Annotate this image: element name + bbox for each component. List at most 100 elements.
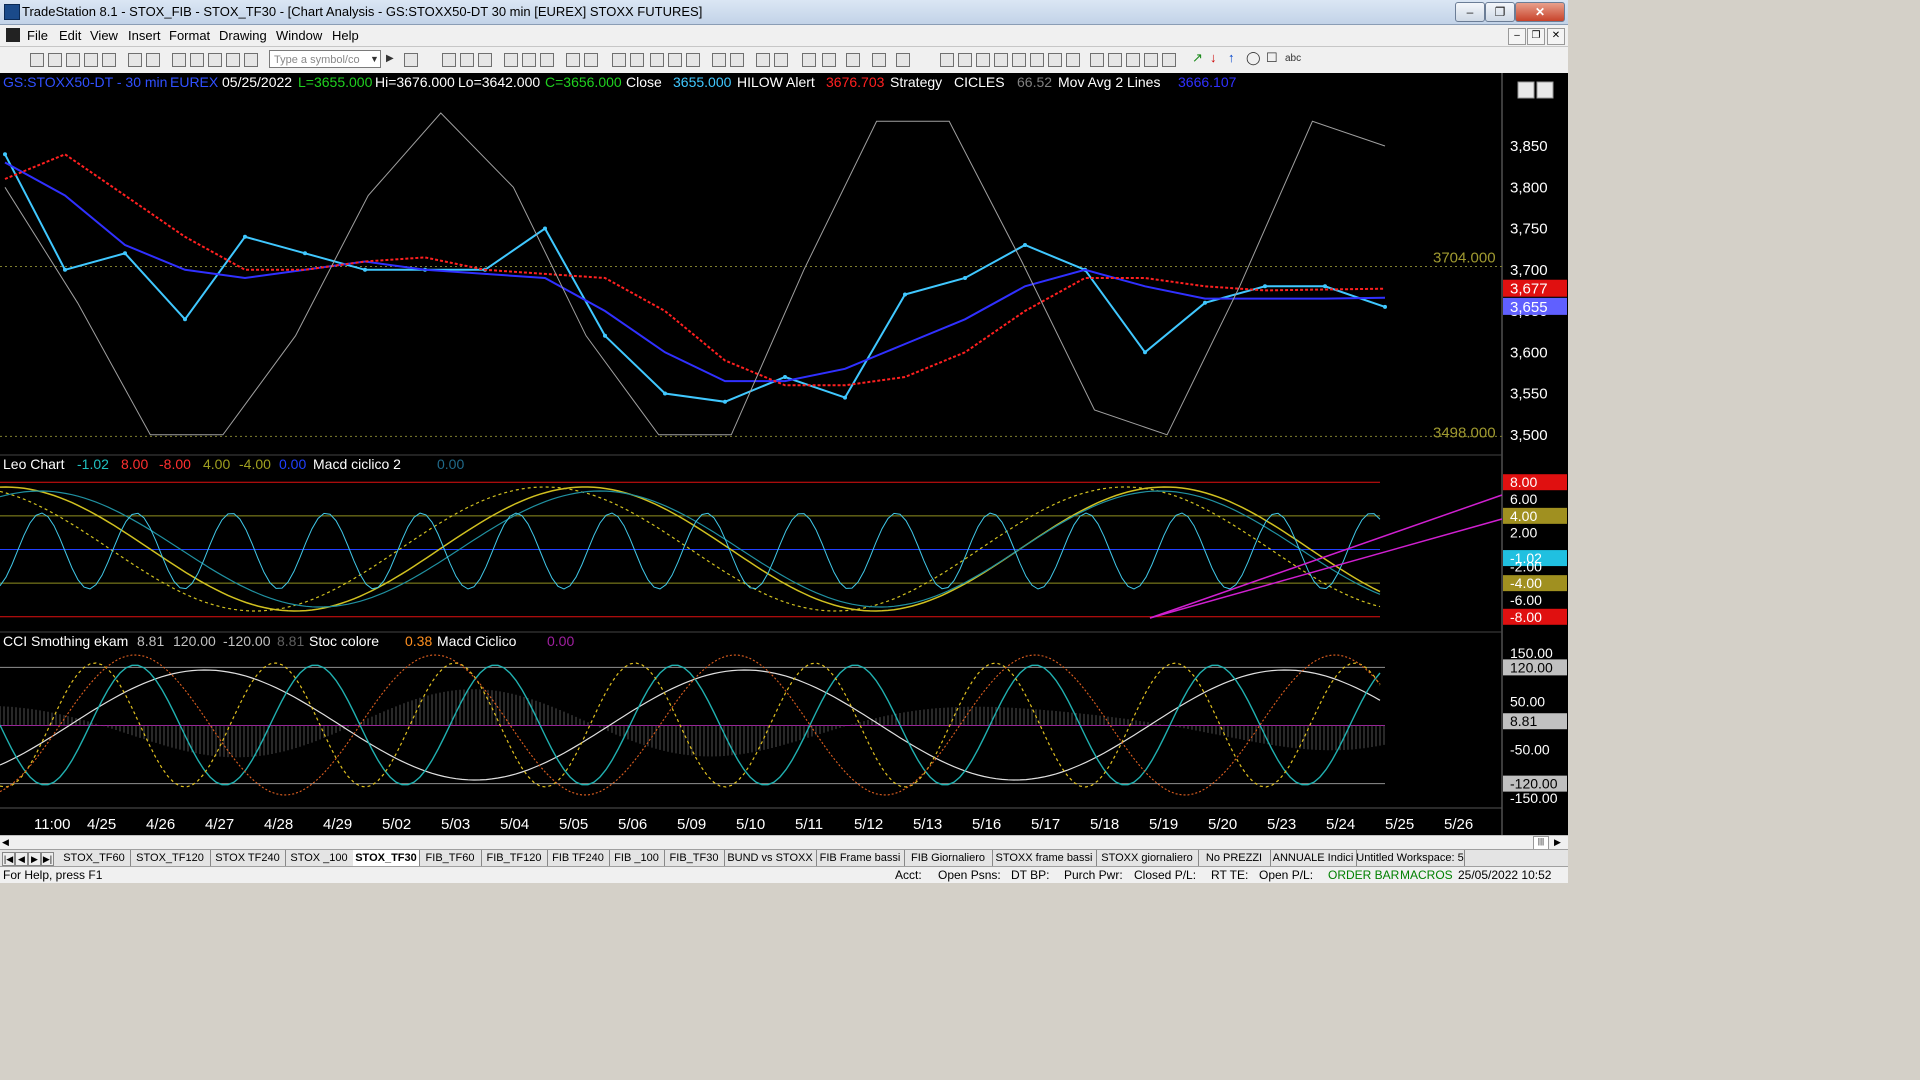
status-macros[interactable]: MACROS (1400, 868, 1453, 882)
symbol-lookup-icon[interactable] (404, 53, 418, 67)
fibonacci-icon[interactable] (994, 53, 1008, 67)
strategy-icon[interactable] (522, 53, 536, 67)
data-window-icon[interactable] (612, 53, 626, 67)
menu-view[interactable]: View (90, 28, 118, 43)
new-icon[interactable] (30, 53, 44, 67)
mdi-close-button[interactable]: ✕ (1547, 28, 1565, 45)
workspace-tab[interactable]: STOX_TF120 (130, 850, 211, 866)
scroll-right-icon[interactable] (730, 53, 744, 67)
scroll-right-arrow-icon[interactable]: ▶ (1554, 837, 1561, 848)
workspace-tab[interactable]: FIB_TF60 (419, 850, 482, 866)
tools-icon[interactable] (846, 53, 860, 67)
save-all-icon[interactable] (102, 53, 116, 67)
tab-next-icon[interactable]: ▶ (28, 852, 41, 866)
chart-window-icon[interactable] (6, 28, 20, 42)
scroll-zoom-icon[interactable]: ||| (1533, 836, 1549, 850)
tab-last-icon[interactable]: ▶| (41, 852, 54, 866)
gann-fan-icon[interactable] (1030, 53, 1044, 67)
print-icon[interactable] (128, 53, 142, 67)
workspace-tab[interactable]: STOXX frame bassi (992, 850, 1097, 866)
workspace-tab[interactable]: STOXX giornaliero (1096, 850, 1199, 866)
workspace-tab[interactable]: FIB Giornaliero (904, 850, 993, 866)
freehand-icon[interactable] (1162, 53, 1176, 67)
lock-icon[interactable] (208, 53, 222, 67)
workspace-tab[interactable]: FIB Frame bassi (816, 850, 905, 866)
status-order-bar[interactable]: ORDER BAR (1328, 868, 1399, 882)
copy-icon[interactable] (190, 53, 204, 67)
mdi-restore-button[interactable]: ❐ (1527, 28, 1545, 45)
minimize-button[interactable]: – (1455, 2, 1485, 22)
channel-icon[interactable] (1012, 53, 1026, 67)
ohlc-bar-icon[interactable] (668, 53, 682, 67)
ellipse-icon[interactable]: ◯ (1246, 50, 1261, 66)
arc-icon[interactable] (1144, 53, 1158, 67)
regression-icon[interactable] (1090, 53, 1104, 67)
vertical-arrow-icon[interactable] (1126, 53, 1140, 67)
tab-first-icon[interactable]: |◀ (2, 852, 15, 866)
workspace-tab[interactable]: STOX TF240 (210, 850, 286, 866)
print-preview-icon[interactable] (146, 53, 160, 67)
rectangle-icon[interactable]: ☐ (1266, 50, 1278, 66)
grid-icon[interactable] (896, 53, 910, 67)
order-icon[interactable] (872, 53, 886, 67)
chart-area[interactable]: 3,8503,8003,7503,7003,6503,6003,5503,500… (0, 73, 1568, 835)
bar-chart-icon[interactable] (442, 53, 456, 67)
tab-prev-icon[interactable]: ◀ (15, 852, 28, 866)
menu-help[interactable]: Help (332, 28, 359, 43)
hand-icon[interactable] (822, 53, 836, 67)
text-tool[interactable]: abc (1285, 53, 1301, 64)
workspace-tab[interactable]: BUND vs STOXX (724, 850, 817, 866)
format-window-icon[interactable] (460, 53, 474, 67)
workspace-tab[interactable]: STOX_TF30 (353, 850, 420, 866)
menu-drawing[interactable]: Drawing (219, 28, 267, 43)
symbol-dropdown-icon[interactable]: ▼ (370, 54, 379, 64)
format-symbol-icon[interactable] (478, 53, 492, 67)
chart-properties-icon[interactable] (584, 53, 598, 67)
buy-arrow-icon[interactable]: ↗ (1192, 50, 1203, 66)
menu-edit[interactable]: Edit (59, 28, 81, 43)
globe-icon[interactable] (244, 53, 258, 67)
workspace-tab[interactable]: FIB_TF120 (481, 850, 548, 866)
pane-restore-button[interactable] (1536, 81, 1554, 99)
workspace-tab[interactable]: ANNUALE Indici (1270, 850, 1357, 866)
analysis-icon[interactable] (630, 53, 644, 67)
close-button[interactable]: ✕ (1515, 2, 1565, 22)
speed-line-icon[interactable] (1048, 53, 1062, 67)
horizontal-arrow-icon[interactable] (1108, 53, 1122, 67)
scroll-left-arrow-icon[interactable]: ◀ (2, 837, 9, 848)
paintbar-icon[interactable] (540, 53, 554, 67)
workspace-tab[interactable]: STOX_TF60 (58, 850, 131, 866)
paste-icon[interactable] (226, 53, 240, 67)
indicator-icon[interactable] (504, 53, 518, 67)
menu-format[interactable]: Format (169, 28, 210, 43)
zoom-in-icon[interactable] (756, 53, 770, 67)
mdi-minimize-button[interactable]: – (1508, 28, 1526, 45)
parallel-lines-icon[interactable] (958, 53, 972, 67)
symbol-input[interactable]: Type a symbol/co (269, 50, 381, 68)
pointer-icon[interactable] (802, 53, 816, 67)
candlestick-icon[interactable] (650, 53, 664, 67)
go-arrow-icon[interactable]: ▶ (386, 53, 394, 64)
line-chart-icon[interactable] (686, 53, 700, 67)
workspace-tab[interactable]: FIB_TF30 (664, 850, 725, 866)
workspace-tab[interactable]: No PREZZI (1198, 850, 1271, 866)
menu-window[interactable]: Window (276, 28, 322, 43)
open-workspace-icon[interactable] (66, 53, 80, 67)
open-icon[interactable] (48, 53, 62, 67)
workspace-tab[interactable]: STOX _100 (285, 850, 354, 866)
menu-insert[interactable]: Insert (128, 28, 161, 43)
workspace-tab[interactable]: FIB _100 (609, 850, 665, 866)
pane-minimize-button[interactable] (1517, 81, 1535, 99)
menu-file[interactable]: File (27, 28, 48, 43)
chart-canvas[interactable]: 3,8503,8003,7503,7003,6503,6003,5503,500… (0, 73, 1568, 835)
sell-arrow-icon[interactable]: ↓ (1210, 50, 1217, 65)
workspace-tab[interactable]: FIB TF240 (547, 850, 610, 866)
andrews-pitchfork-icon[interactable] (1066, 53, 1080, 67)
up-arrow-icon[interactable]: ↑ (1228, 50, 1235, 65)
zoom-out-icon[interactable] (774, 53, 788, 67)
save-icon[interactable] (84, 53, 98, 67)
window-link-icon[interactable] (566, 53, 580, 67)
cut-icon[interactable] (172, 53, 186, 67)
workspace-tab[interactable]: Untitled Workspace: 5 (1356, 850, 1465, 866)
maximize-button[interactable]: ❐ (1485, 2, 1515, 22)
